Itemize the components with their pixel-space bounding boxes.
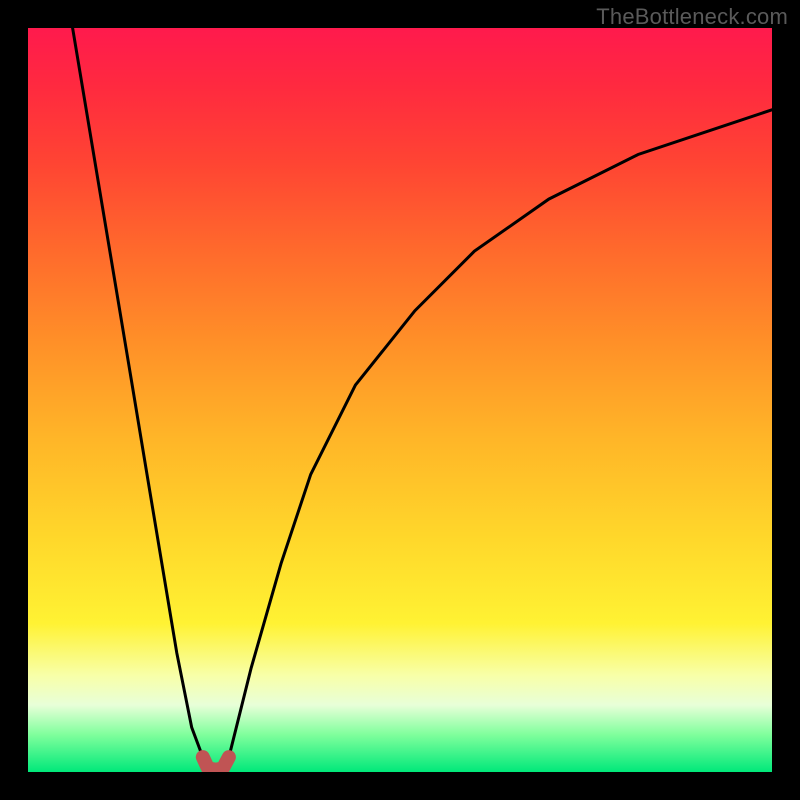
curve-left-branch bbox=[73, 28, 203, 757]
chart-plot-area bbox=[28, 28, 772, 772]
watermark-text: TheBottleneck.com bbox=[596, 4, 788, 30]
curve-right-branch bbox=[229, 110, 772, 757]
curve-dip-marker bbox=[203, 757, 229, 770]
curve-overlay bbox=[28, 28, 772, 772]
